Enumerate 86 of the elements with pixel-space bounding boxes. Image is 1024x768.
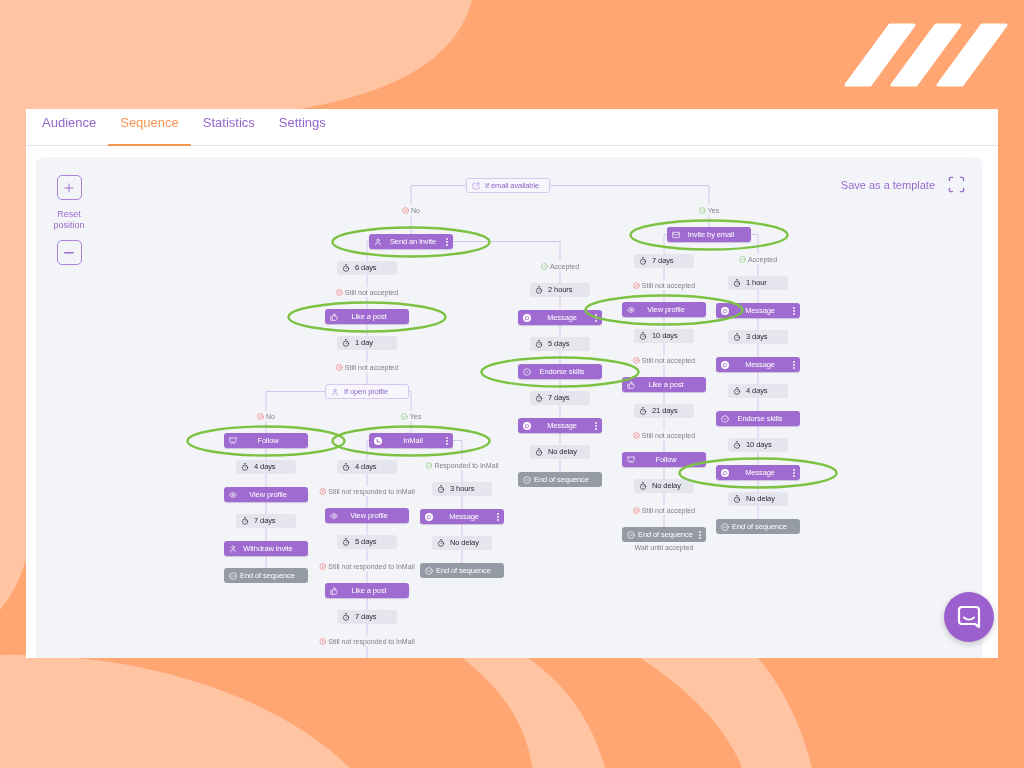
thumbs-up-icon [627, 380, 635, 389]
stopwatch-icon [342, 538, 350, 546]
tab[interactable]: Statistics [190, 109, 267, 146]
eye-icon [330, 511, 338, 520]
stopwatch-icon [535, 394, 543, 402]
stopwatch-icon [535, 340, 543, 348]
connector-line [366, 440, 370, 461]
minus-circle-icon [721, 522, 729, 531]
square-arrow-icon [472, 181, 480, 190]
stopwatch-icon [639, 407, 647, 415]
connector-line [408, 391, 412, 412]
chat-disc-icon [523, 421, 531, 430]
tab[interactable]: Audience [30, 109, 109, 146]
check-circle-icon [425, 461, 433, 469]
stripes-logo-icon [844, 23, 1008, 87]
x-circle-icon [632, 431, 640, 439]
chat-disc-icon [721, 360, 729, 369]
presentation-icon [627, 455, 635, 464]
x-circle-icon [319, 637, 327, 645]
stopwatch-icon [437, 485, 445, 493]
stopwatch-icon [535, 286, 543, 294]
check-circle-icon [400, 412, 408, 420]
check-circle-icon [738, 255, 746, 263]
corner-brackets-icon[interactable] [947, 175, 966, 194]
zoom-out-button[interactable] [56, 240, 82, 265]
connector-line [663, 234, 668, 255]
connector-line [265, 391, 326, 412]
connector-line [452, 440, 463, 461]
stopwatch-icon [733, 279, 741, 287]
eye-icon [627, 305, 635, 314]
tab[interactable]: Settings [266, 109, 338, 146]
chat-disc-icon [721, 306, 729, 315]
envelope-icon [672, 230, 680, 239]
x-circle-icon [632, 506, 640, 514]
check-circle-icon [721, 414, 729, 423]
person-icon [331, 387, 339, 396]
chat-icon [957, 605, 981, 629]
stopwatch-icon [241, 463, 249, 471]
eye-icon [229, 490, 237, 499]
check-circle-icon [523, 367, 531, 376]
stopwatch-icon [535, 448, 543, 456]
stopwatch-icon [733, 441, 741, 449]
minus-circle-icon [523, 475, 531, 484]
stopwatch-icon [639, 257, 647, 265]
stopwatch-icon [437, 539, 445, 547]
stopwatch-icon [241, 517, 249, 525]
check-circle-icon [540, 262, 548, 270]
x-circle-icon [257, 412, 264, 420]
chat-disc-icon [721, 468, 729, 477]
presentation-icon [229, 436, 237, 445]
thumbs-up-icon [330, 586, 338, 595]
stopwatch-icon [639, 482, 647, 490]
connector-line [410, 185, 467, 206]
x-circle-icon [335, 363, 343, 371]
chat-disc-icon [523, 313, 531, 322]
x-circle-icon [402, 206, 409, 214]
person-icon [374, 237, 382, 246]
stopwatch-icon [639, 332, 647, 340]
stopwatch-icon [342, 339, 350, 347]
tab[interactable]: Sequence [108, 109, 191, 146]
chat-disc-icon [425, 512, 433, 521]
reset-position-button[interactable]: Reset position [48, 209, 90, 231]
save-template-button[interactable]: Save as a template [840, 178, 935, 191]
stopwatch-icon [342, 264, 350, 272]
x-circle-icon [319, 562, 327, 570]
stopwatch-icon [733, 387, 741, 395]
x-circle-icon [319, 487, 327, 495]
person-icon [229, 544, 237, 553]
plus-icon [62, 180, 76, 195]
phone-disc-icon [374, 436, 382, 445]
minus-icon [64, 251, 74, 254]
stopwatch-icon [733, 333, 741, 341]
thumbs-up-icon [330, 312, 338, 321]
stopwatch-icon [342, 613, 350, 621]
minus-circle-icon [425, 566, 433, 575]
stopwatch-icon [733, 495, 741, 503]
connector-line [366, 241, 370, 262]
x-circle-icon [632, 281, 640, 289]
check-circle-icon [698, 206, 706, 214]
stopwatch-icon [342, 463, 350, 471]
connector-line [750, 234, 759, 255]
minus-circle-icon [627, 530, 635, 539]
zoom-in-button[interactable] [56, 175, 82, 200]
x-circle-icon [632, 356, 640, 364]
x-circle-icon [335, 288, 343, 296]
minus-circle-icon [229, 571, 237, 580]
